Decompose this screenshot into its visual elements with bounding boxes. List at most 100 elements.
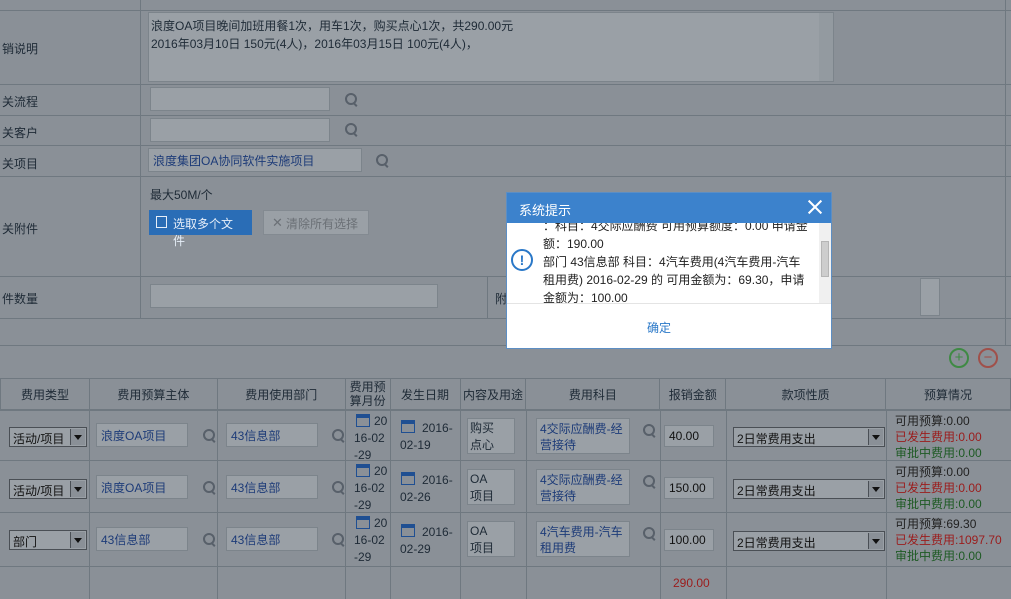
- available-budget: 可用预算:69.30: [895, 517, 977, 531]
- chevron-down-icon[interactable]: [868, 533, 883, 549]
- search-icon[interactable]: [375, 153, 389, 167]
- col-divider: [660, 410, 661, 599]
- attachment-count-input[interactable]: [150, 284, 438, 308]
- close-icon[interactable]: [807, 199, 823, 215]
- right-border: [1005, 0, 1006, 345]
- scroll-thumb[interactable]: [821, 241, 829, 277]
- content-textarea[interactable]: OA项目: [467, 469, 515, 505]
- department-input[interactable]: 43信息部: [226, 423, 318, 447]
- column-header: 报销金额: [659, 378, 727, 410]
- search-icon[interactable]: [642, 423, 656, 437]
- file-icon: [156, 216, 167, 228]
- system-prompt-dialog: 系统提示 ! ：科目：4交际应酬费 可用预算额度：0.00 申请金 额：190.…: [506, 192, 832, 349]
- budget-status: 可用预算:0.00 已发生费用:0.00 审批中费用:0.00: [895, 464, 982, 512]
- chevron-down-icon[interactable]: [868, 429, 883, 445]
- row-divider: [0, 566, 1011, 567]
- confirm-button[interactable]: 确定: [647, 319, 671, 336]
- chevron-down-icon[interactable]: [868, 481, 883, 497]
- search-icon[interactable]: [642, 526, 656, 540]
- row-divider: [0, 460, 1011, 461]
- search-icon[interactable]: [344, 122, 358, 136]
- column-header: 费用预算月份: [344, 378, 391, 410]
- occur-date-value: 2016-02-19: [400, 421, 453, 452]
- row-divider: [0, 512, 1011, 513]
- budget-subject-input[interactable]: 浪度OA项目: [96, 423, 188, 447]
- content-value: 购买点心: [470, 421, 495, 452]
- dialog-message: ：科目：4交际应酬费 可用预算额度：0.00 申请金 额：190.00 部门 4…: [543, 223, 819, 303]
- column-header: 费用预算主体: [88, 378, 218, 410]
- search-icon[interactable]: [331, 480, 345, 494]
- description-line: 浪度OA项目晚间加班用餐1次，用车1次，购买点心1次，共290.00元: [151, 19, 514, 33]
- chevron-down-icon[interactable]: [70, 532, 85, 548]
- cell-divider: [487, 276, 488, 318]
- budget-month-value: 2016-02-29: [354, 516, 388, 564]
- search-icon[interactable]: [331, 532, 345, 546]
- column-header: 费用使用部门: [216, 378, 346, 410]
- column-header: 内容及用途: [459, 378, 527, 410]
- budget-subject-input[interactable]: 43信息部: [96, 527, 188, 551]
- search-icon[interactable]: [642, 474, 656, 488]
- description-textarea[interactable]: 浪度OA项目晚间加班用餐1次，用车1次，购买点心1次，共290.00元 2016…: [148, 12, 834, 82]
- add-row-icon[interactable]: +: [949, 348, 969, 368]
- column-header: 款项性质: [725, 378, 887, 410]
- clear-selection-button[interactable]: ✕ 清除所有选择: [263, 210, 369, 235]
- description-line: 2016年03月10日 150元(4人)，2016年03月15日 100元(4人…: [151, 37, 478, 51]
- content-textarea[interactable]: OA项目: [467, 521, 515, 557]
- textarea-scrollbar[interactable]: [819, 13, 833, 81]
- message-line: 租用费) 2016-02-29 的 可用金额为：69.30，申请: [543, 273, 805, 287]
- chevron-down-icon[interactable]: [70, 429, 85, 445]
- payment-nature-select[interactable]: 2日常费用支出: [733, 479, 885, 499]
- related-project-input[interactable]: 浪度集团OA协同软件实施项目: [148, 148, 362, 172]
- search-icon[interactable]: [202, 532, 216, 546]
- available-budget: 可用预算:0.00: [895, 465, 970, 479]
- message-line: 部门 43信息部 科目：4汽车费用(4汽车费用-汽车: [543, 255, 801, 269]
- column-header: 费用科目: [525, 378, 661, 410]
- row-divider: [0, 84, 1011, 85]
- account-input[interactable]: 4汽车费用-汽车租用费: [536, 521, 630, 557]
- total-amount: 290.00: [673, 576, 710, 590]
- account-input[interactable]: 4交际应酬费-经营接待: [536, 469, 630, 505]
- attachment-label: 关附件: [2, 222, 39, 236]
- payment-nature-select[interactable]: 2日常费用支出: [733, 531, 885, 551]
- related-customer-input[interactable]: [150, 118, 330, 142]
- expense-type-value: 活动/项目: [13, 484, 65, 498]
- dialog-title-bar: 系统提示: [507, 193, 831, 223]
- expense-type-select[interactable]: 活动/项目: [9, 427, 87, 447]
- column-header: 费用类型: [0, 378, 90, 410]
- warning-icon: !: [511, 249, 533, 271]
- content-textarea[interactable]: 购买点心: [467, 418, 515, 454]
- scrollbar[interactable]: [920, 278, 940, 316]
- remove-row-icon[interactable]: −: [978, 348, 998, 368]
- col-divider: [526, 410, 527, 599]
- related-customer-label: 关客户: [2, 126, 39, 140]
- payment-nature-value: 2日常费用支出: [737, 484, 816, 498]
- col-divider: [345, 410, 346, 599]
- col-divider: [217, 410, 218, 599]
- budget-month-value: 2016-02-29: [354, 464, 388, 512]
- department-input[interactable]: 43信息部: [226, 475, 318, 499]
- amount-input[interactable]: 40.00: [664, 425, 714, 447]
- search-icon[interactable]: [202, 428, 216, 442]
- related-project-label: 关项目: [2, 157, 39, 171]
- payment-nature-select[interactable]: 2日常费用支出: [733, 427, 885, 447]
- search-icon[interactable]: [344, 92, 358, 106]
- message-line: ：科目：4交际应酬费 可用预算额度：0.00 申请金: [543, 223, 808, 233]
- amount-input[interactable]: 100.00: [664, 529, 714, 551]
- budget-status: 可用预算:69.30 已发生费用:1097.70 审批中费用:0.00: [895, 516, 1002, 564]
- department-input[interactable]: 43信息部: [226, 527, 318, 551]
- expense-type-select[interactable]: 部门: [9, 530, 87, 550]
- table-header-row: 费用类型 费用预算主体 费用使用部门 费用预算月份 发生日期 内容及用途 费用科…: [0, 378, 1011, 410]
- dialog-scrollbar[interactable]: [819, 223, 831, 303]
- chevron-down-icon[interactable]: [70, 481, 85, 497]
- expense-type-select[interactable]: 活动/项目: [9, 479, 87, 499]
- pending-cost: 审批中费用:0.00: [895, 446, 982, 460]
- search-icon[interactable]: [331, 428, 345, 442]
- search-icon[interactable]: [202, 480, 216, 494]
- budget-subject-input[interactable]: 浪度OA项目: [96, 475, 188, 499]
- amount-input[interactable]: 150.00: [664, 477, 714, 499]
- row-divider: [0, 10, 1011, 11]
- account-input[interactable]: 4交际应酬费-经营接待: [536, 418, 630, 454]
- select-files-button[interactable]: 选取多个文件: [149, 210, 252, 248]
- related-flow-input[interactable]: [150, 87, 330, 111]
- row-divider: [0, 410, 1011, 411]
